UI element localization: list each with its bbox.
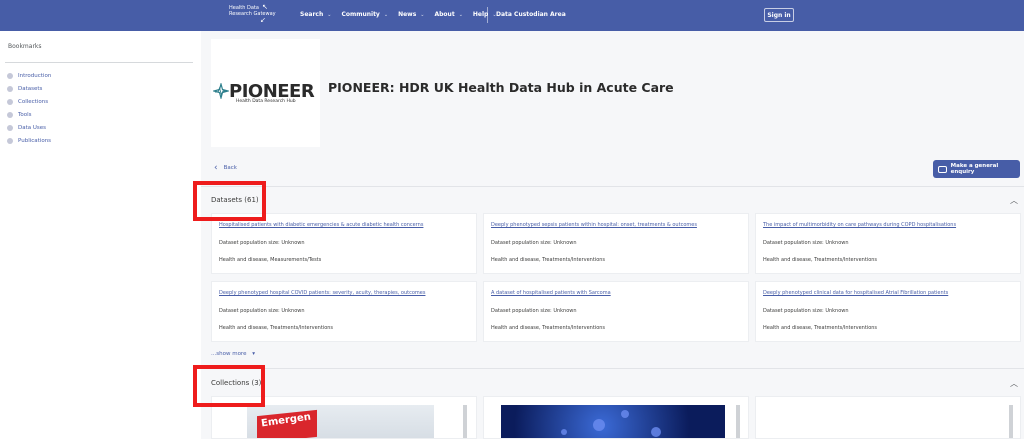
card-scrollbar[interactable] [463,405,467,438]
section-divider [201,368,1024,369]
bullet-icon [7,111,13,118]
sidebar-item-collections[interactable]: Collections [7,95,51,108]
general-enquiry-button[interactable]: Make a general enquiry [933,160,1020,178]
sidebar-item-label: Publications [18,137,52,144]
data-custodian-area-link[interactable]: Data Custodian Area [496,11,566,18]
main-nav: Search ⌄ Community ⌄ News ⌄ About ⌄ Help… [300,11,507,18]
nav-help[interactable]: Help ⌄ [473,11,497,18]
dataset-tags: Health and disease, Treatments/Intervent… [763,257,878,263]
bookmarks-sidebar: Bookmarks Introduction Datasets Collecti… [0,31,201,439]
dataset-card: Deeply phenotyped sepsis patients within… [483,213,749,274]
back-link[interactable]: ‹ Back [214,163,237,173]
chevron-down-icon: ⌄ [420,11,425,18]
chevron-up-icon[interactable]: ︿ [1010,378,1018,389]
dataset-population: Dataset population size: Unknown [491,308,577,314]
chevron-down-icon: ⌄ [458,11,463,18]
sidebar-item-label: Datasets [18,85,43,92]
bullet-icon [7,85,13,92]
nav-divider [487,7,488,23]
dataset-title-link[interactable]: Hospitalised patients with diabetic emer… [219,222,423,228]
sign-in-button[interactable]: Sign in [764,8,794,22]
gateway-logo[interactable]: Health Data Research Gateway ↖ ↙ [229,3,276,24]
nav-news[interactable]: News ⌄ [398,11,424,18]
section-divider [201,186,1024,187]
dataset-title-link[interactable]: Deeply phenotyped sepsis patients within… [491,222,697,228]
show-more-link[interactable]: ...show more ▾ [211,351,255,357]
nav-community-label: Community [341,11,380,18]
bullet-icon [7,98,13,105]
logo-line-2: Research Gateway [229,11,276,17]
dataset-population: Dataset population size: Unknown [219,308,305,314]
dataset-population: Dataset population size: Unknown [219,240,305,246]
collection-image [501,405,725,438]
enquiry-label: Make a general enquiry [950,163,999,175]
hub-logo: PIONEER Health Data Research Hub [211,39,320,147]
sidebar-item-tools[interactable]: Tools [7,108,51,121]
logo-arrow-icon: ↖ [262,3,268,11]
sidebar-item-data-uses[interactable]: Data Uses [7,121,51,134]
pioneer-star-icon [213,83,229,99]
collection-card[interactable] [483,396,749,439]
show-more-label: ...show more [211,351,247,357]
nav-search[interactable]: Search ⌄ [300,11,331,18]
bookmark-list: Introduction Datasets Collections Tools … [7,69,51,147]
sidebar-item-label: Collections [18,98,49,105]
chevron-down-icon: ⌄ [327,11,332,18]
top-navigation-bar: Health Data Research Gateway ↖ ↙ Search … [0,0,1024,31]
dataset-card: The impact of multimorbidity on care pat… [755,213,1021,274]
sidebar-item-datasets[interactable]: Datasets [7,82,51,95]
dataset-card: Deeply phenotyped clinical data for hosp… [755,281,1021,342]
sidebar-item-publications[interactable]: Publications [7,134,51,147]
chevron-up-icon[interactable]: ︿ [1010,195,1018,206]
nav-about-label: About [434,11,455,18]
highlight-box-datasets [193,181,266,221]
dataset-card: Hospitalised patients with diabetic emer… [211,213,477,274]
dataset-title-link[interactable]: Deeply phenotyped hospital COVID patient… [219,290,425,296]
dataset-tags: Health and disease, Treatments/Intervent… [219,325,334,331]
sidebar-title: Bookmarks [8,43,42,50]
card-scrollbar[interactable] [1009,405,1013,438]
card-scrollbar[interactable] [736,405,740,438]
bullet-icon [7,137,13,144]
back-label: Back [223,165,237,171]
highlight-box-collections [193,365,265,407]
hub-logo-subtitle: Health Data Research Hub [236,99,296,104]
dataset-card: Deeply phenotyped hospital COVID patient… [211,281,477,342]
dataset-tags: Health and disease, Treatments/Intervent… [491,325,606,331]
bullet-icon [7,124,13,131]
dataset-title-link[interactable]: The impact of multimorbidity on care pat… [763,222,956,228]
nav-news-label: News [398,11,417,18]
nav-community[interactable]: Community ⌄ [341,11,388,18]
virus-particle [593,419,605,431]
dataset-tags: Health and disease, Treatments/Intervent… [491,257,606,263]
collection-card[interactable] [755,396,1021,439]
bullet-icon [7,72,13,79]
logo-arrow-down-icon: ↙ [260,16,266,24]
collection-image: Emergen [247,405,434,438]
caret-down-icon: ▾ [252,351,255,357]
page-title: PIONEER: HDR UK Health Data Hub in Acute… [328,80,674,95]
virus-particle [561,429,567,435]
sidebar-divider [5,62,193,63]
sidebar-item-introduction[interactable]: Introduction [7,69,51,82]
dataset-card: A dataset of hospitalised patients with … [483,281,749,342]
nav-search-label: Search [300,11,324,18]
sidebar-item-label: Introduction [18,72,52,79]
chevron-left-icon: ‹ [214,163,218,173]
chevron-down-icon: ⌄ [383,11,389,18]
chat-icon [938,165,947,173]
virus-particle [621,410,629,418]
dataset-title-link[interactable]: A dataset of hospitalised patients with … [491,290,611,296]
dataset-population: Dataset population size: Unknown [763,240,849,246]
dataset-title-link[interactable]: Deeply phenotyped clinical data for hosp… [763,290,948,296]
dataset-tags: Health and disease, Treatments/Intervent… [763,325,878,331]
virus-particle [651,427,661,437]
sidebar-item-label: Tools [18,111,32,118]
dataset-tags: Health and disease, Measurements/Tests [219,257,322,263]
dataset-population: Dataset population size: Unknown [763,308,849,314]
sidebar-item-label: Data Uses [18,124,47,131]
nav-about[interactable]: About ⌄ [434,11,462,18]
dataset-population: Dataset population size: Unknown [491,240,577,246]
